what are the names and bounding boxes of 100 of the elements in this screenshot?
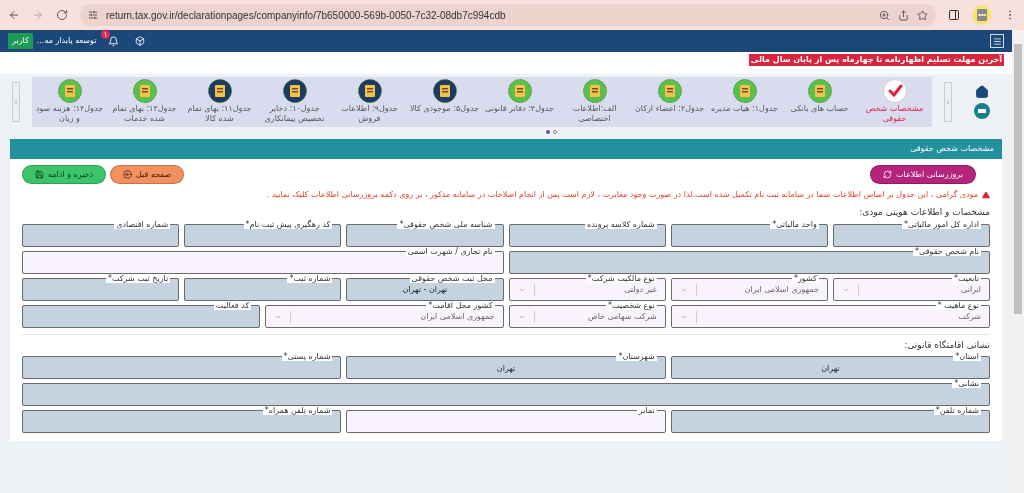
- step-label: جدول۱۴: هزینه سود و زیان: [34, 104, 105, 124]
- field-label: شهرستان*: [616, 352, 657, 361]
- site-settings-icon[interactable]: [88, 10, 98, 20]
- scrollbar[interactable]: [1012, 30, 1024, 493]
- chevron-down-icon: [841, 286, 850, 294]
- select-value: شرکت سهامی خاص: [586, 311, 657, 323]
- step-item[interactable]: جدول۱۴: هزینه سود و زیان: [34, 79, 105, 124]
- field-value: تهران - تهران: [402, 284, 448, 296]
- chevron-down-icon: [679, 286, 688, 294]
- field-value: تهران: [496, 362, 516, 375]
- field-label: کشور*: [791, 273, 819, 283]
- step-item[interactable]: جدول۲: اعضاء ارکان: [634, 79, 705, 114]
- notification-badge: ۱: [101, 29, 110, 39]
- field-label: نام تجاری / شهرت اسمی: [405, 246, 495, 256]
- chevron-down-icon: [679, 313, 688, 321]
- url-text: return.tax.gov.ir/declarationpages/companyinfo/7b650000-569b-0050-7c32-08db7c994cdb: [106, 8, 507, 23]
- menu-button[interactable]: [990, 34, 1004, 48]
- field-label: شناسه ملی شخص حقوقی*: [397, 219, 495, 229]
- step-label: جدول۵: موجودی کالا: [410, 104, 480, 114]
- field-label: تابعیت*: [951, 273, 981, 283]
- step-label: جدول۱۱: بهای تمام شده کالا: [186, 104, 253, 124]
- step-item[interactable]: جدول۴: دفاتر قانونی: [484, 79, 555, 114]
- save-button[interactable]: ذخیره و ادامه: [22, 165, 107, 184]
- chevron-down-icon: [274, 313, 283, 321]
- chevron-down-icon: [517, 313, 526, 321]
- field-label: شماره تلفن*: [933, 406, 981, 415]
- step-item[interactable]: جدول۵: موجودی کالا: [409, 79, 480, 114]
- back-icon[interactable]: [8, 9, 20, 21]
- select-field[interactable]: کشور* جمهوری اسلامی ایران: [670, 273, 828, 301]
- user-badge[interactable]: کاربر: [8, 33, 33, 49]
- step-item[interactable]: جدول۱: هیات مدیره: [709, 79, 780, 114]
- warning-text: مودی گرامی ، این جدول بر اساس اطلاعات شما در سامانه ثبت نام تکمیل شده است.لذا در صورت وجود مغایرت ، لازم است پس از انجام اصلاحات در سامانه مذکور ، بر روی دکمه بروزرسانی اطلاعات کلیک نمایید .: [266, 189, 978, 201]
- card-title: مشخصات شخص حقوقی: [910, 143, 994, 155]
- chevron-down-icon: [517, 286, 526, 294]
- select-value: ایرانی: [960, 284, 981, 296]
- field-label: شماره اقتصادی: [114, 219, 171, 229]
- step-item[interactable]: جدول۹: اطلاعات فروش: [334, 79, 405, 124]
- step-label: جدول۱: هیات مدیره: [711, 104, 778, 114]
- step-label: مشخصات شخص حقوقی: [864, 104, 925, 124]
- reload-icon[interactable]: [56, 9, 68, 21]
- refresh-button[interactable]: بروزرسانی اطلاعات: [870, 165, 976, 184]
- refresh-icon: [883, 170, 893, 179]
- select-value: غیر دولتی: [623, 284, 657, 296]
- select-field[interactable]: تابعیت* ایرانی: [832, 273, 990, 301]
- field-label: شماره پستی*: [281, 352, 333, 361]
- step-item[interactable]: جدول۱۲: بهای تمام شده خدمات: [109, 79, 180, 124]
- input-field[interactable]: نمابر: [346, 406, 666, 433]
- back-button[interactable]: صفحه قبل: [110, 165, 185, 184]
- input-field[interactable]: نام تجاری / شهرت اسمی: [22, 246, 504, 274]
- select-value: جمهوری اسلامی ایران: [419, 311, 495, 323]
- field-label: نشانی*: [952, 379, 981, 388]
- menu-icon: [992, 36, 1002, 46]
- step-item[interactable]: الف:اطلاعات اختصاصی: [559, 79, 630, 124]
- step-label: حساب های بانکی: [790, 104, 849, 114]
- field-label: کد رهگیری پیش ثبت نام*: [243, 219, 333, 229]
- section-title: نشانی اقامتگاه قانونی:: [903, 338, 990, 352]
- select-value: جمهوری اسلامی ایران: [743, 284, 819, 296]
- deadline-notice: آخرین مهلت تسلیم اظهارنامه تا چهارماه پس از پایان سال مالی: [748, 54, 1004, 66]
- cube-icon[interactable]: [135, 36, 146, 46]
- step-label: جدول۴: دفاتر قانونی: [485, 104, 554, 114]
- step-item[interactable]: حساب های بانکی: [784, 79, 855, 114]
- company-name: توسعه پایدار مه...: [36, 35, 97, 47]
- field-label: محل ثبت شخص حقوقی: [409, 273, 495, 283]
- chevron-left-icon: [13, 98, 19, 106]
- arrow-left-icon: [123, 170, 133, 179]
- step-item[interactable]: جدول۱۰: ذخایر تخصیص پیمانکاری: [259, 79, 330, 124]
- field-label: شماره ثبت*: [287, 273, 333, 283]
- chevron-right-icon: [945, 98, 951, 106]
- select-field[interactable]: کشور محل اقامت* جمهوری اسلامی ایران: [265, 300, 504, 328]
- select-field[interactable]: نوع ماهیت * شرکت: [670, 300, 990, 328]
- bell-icon[interactable]: [108, 35, 120, 47]
- side-panel-icon[interactable]: [948, 9, 960, 21]
- field-label: نوع مالکیت شرکت*: [585, 273, 657, 283]
- home-icon[interactable]: [975, 85, 989, 99]
- field-label: تاریخ ثبت شرکت*: [105, 273, 171, 283]
- field-label: شماره کلاسه پرونده: [585, 219, 657, 229]
- field-label: کشور محل اقامت*: [426, 300, 495, 310]
- step-item[interactable]: جدول۱۱: بهای تمام شده کالا: [184, 79, 255, 124]
- field-label: کد فعالیت: [213, 300, 252, 310]
- address-bar[interactable]: return.tax.gov.ir/declarationpages/companyinfo/7b650000-569b-0050-7c32-08db7c994cdb: [80, 4, 936, 26]
- select-field[interactable]: نوع شخصیت* شرکت سهامی خاص: [508, 300, 666, 328]
- share-icon[interactable]: [898, 9, 909, 21]
- field-label: نوع ماهیت *: [935, 300, 981, 310]
- calculator-icon[interactable]: [972, 5, 992, 25]
- step-item[interactable]: مشخصات شخص حقوقی: [859, 79, 930, 124]
- warning-icon: [982, 191, 990, 199]
- field-label: شماره تلفن همراه*: [262, 406, 333, 415]
- step-label: جدول۱۰: ذخایر تخصیص پیمانکاری: [263, 104, 326, 124]
- field-label: واحد مالیاتی*: [770, 219, 819, 229]
- step-label: جدول۱۲: بهای تمام شده خدمات: [111, 104, 178, 124]
- save-icon: [35, 170, 44, 179]
- section-title: مشخصات و اطلاعات هویتی مودی:: [858, 206, 990, 219]
- field-label: نمابر: [636, 406, 657, 415]
- star-icon[interactable]: [917, 9, 928, 21]
- select-field[interactable]: نوع مالکیت شرکت* غیر دولتی: [508, 273, 666, 301]
- field-label: استان*: [953, 352, 981, 361]
- select-value: شرکت: [957, 311, 981, 323]
- field-label: نوع شخصیت*: [605, 300, 657, 310]
- step-label: جدول۲: اعضاء ارکان: [634, 104, 705, 114]
- zoom-icon[interactable]: [879, 9, 890, 21]
